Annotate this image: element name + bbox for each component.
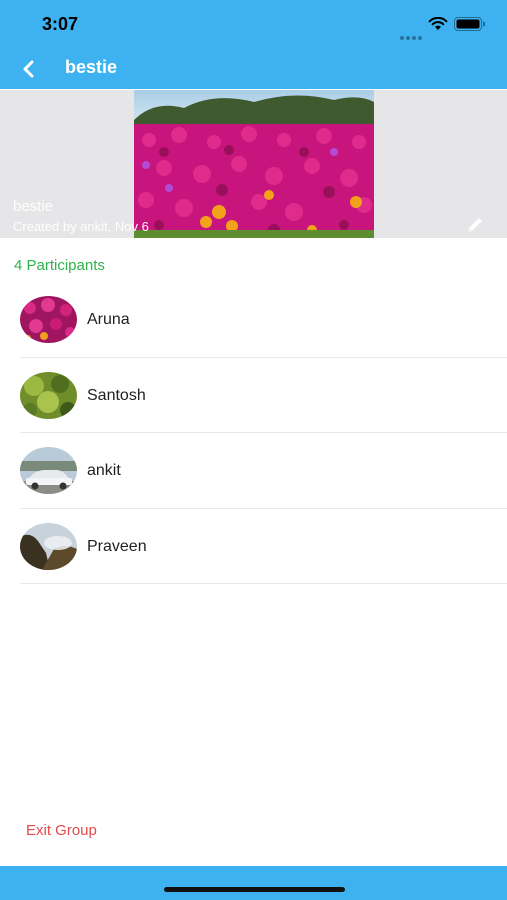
status-time: 3:07 (42, 14, 79, 34)
wifi-icon (428, 17, 448, 30)
avatar (20, 371, 77, 419)
list-item[interactable]: Praveen (0, 509, 507, 584)
participant-name: ankit (87, 462, 121, 479)
divider (20, 583, 507, 584)
status-bar: 3:07 (0, 0, 507, 48)
group-header-banner: bestie Created by ankit, Nov 6 (0, 90, 507, 238)
group-name: bestie (13, 198, 54, 215)
avatar (20, 447, 77, 494)
avatar (20, 522, 77, 570)
participant-list: Aruna Santosh ankit Praveen (0, 282, 507, 584)
group-photo[interactable] (134, 90, 374, 238)
bottom-bar (0, 866, 507, 900)
nav-title: bestie (65, 57, 118, 77)
participant-name: Aruna (87, 311, 130, 328)
list-item[interactable]: Aruna (0, 282, 507, 358)
battery-icon (454, 17, 485, 31)
list-item[interactable]: ankit (0, 433, 507, 509)
nav-bar: bestie (0, 48, 507, 89)
group-created-info: Created by ankit, Nov 6 (13, 219, 149, 234)
participant-name: Santosh (87, 386, 146, 404)
chevron-left-icon (23, 60, 34, 78)
list-item[interactable]: Santosh (0, 358, 507, 433)
home-indicator[interactable] (164, 887, 345, 892)
avatar (20, 296, 77, 343)
participant-name: Praveen (87, 537, 147, 555)
edit-group-button[interactable] (464, 214, 486, 236)
cellular-dots-icon (400, 27, 424, 40)
exit-group-button[interactable]: Exit Group (26, 822, 97, 839)
pencil-icon (468, 218, 482, 232)
back-button[interactable] (14, 54, 44, 84)
participants-count: 4 Participants (14, 257, 105, 274)
